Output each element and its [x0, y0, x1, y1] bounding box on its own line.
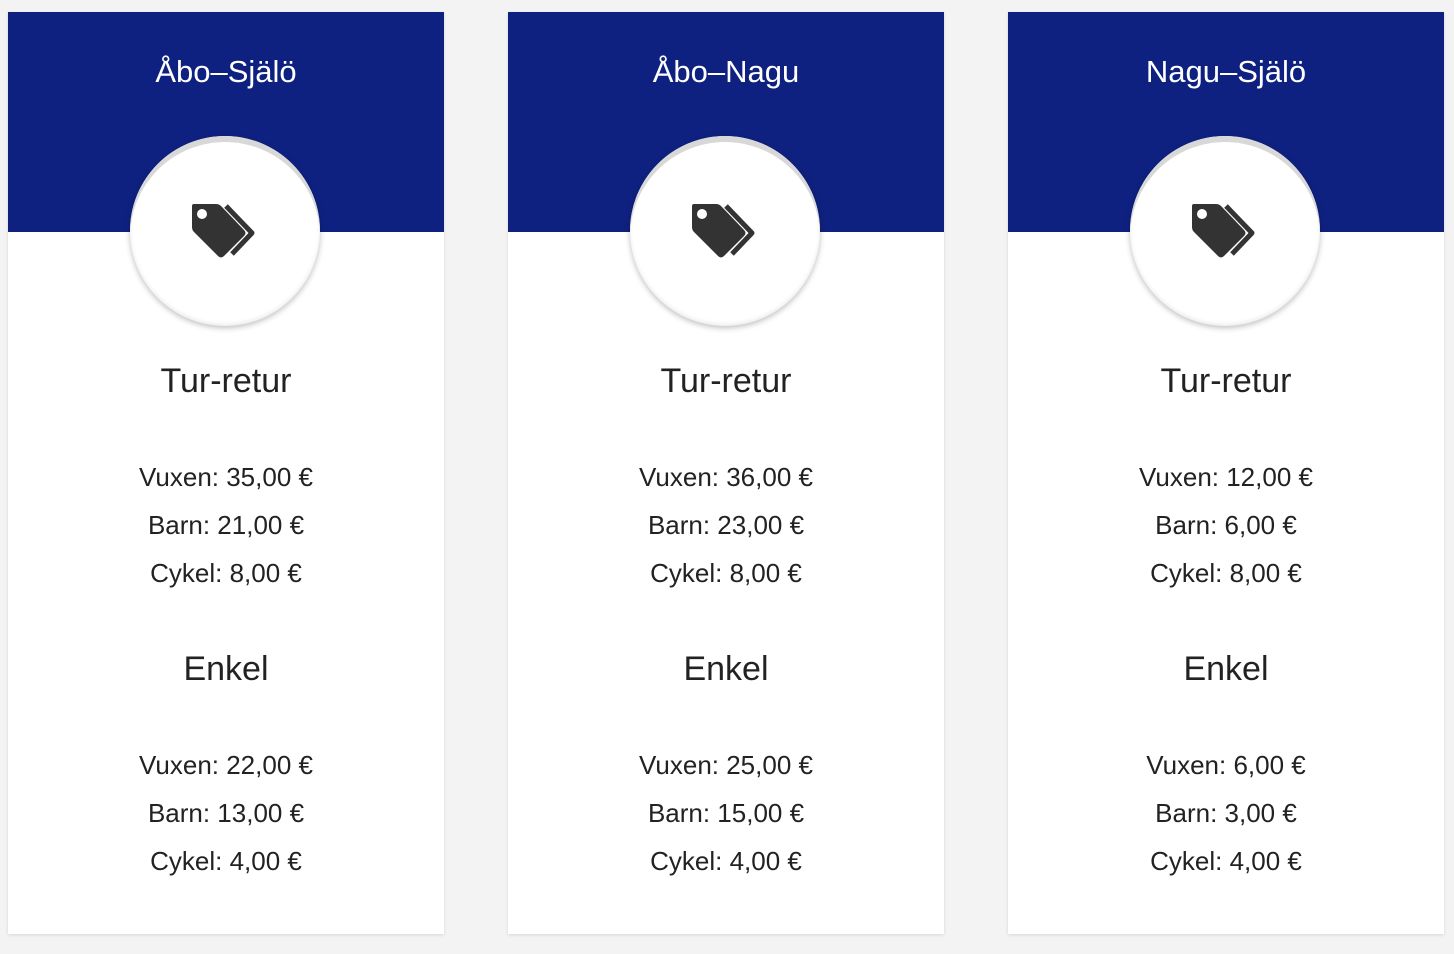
- single-adult-price: Vuxen: 22,00 €: [139, 750, 313, 780]
- price-card: Nagu–Själö Tur-retur Vuxen: 12,00 € Barn…: [1008, 12, 1444, 934]
- single-child-price: Barn: 3,00 €: [1155, 798, 1297, 828]
- tags-icon: [192, 204, 255, 258]
- single-title: Enkel: [1183, 650, 1269, 688]
- price-cards: Åbo–Själö Tur-retur Vuxen: 35,00 € Barn:…: [8, 12, 1444, 934]
- single-bike-price: Cykel: 4,00 €: [1150, 846, 1302, 876]
- roundtrip-bike-price: Cykel: 8,00 €: [1150, 558, 1302, 588]
- tags-icon: [692, 204, 755, 258]
- single-child-price: Barn: 15,00 €: [647, 798, 805, 828]
- roundtrip-adult-price: Vuxen: 12,00 €: [1139, 462, 1313, 492]
- roundtrip-title: Tur-retur: [1160, 362, 1292, 400]
- single-bike-price: Cykel: 4,00 €: [650, 846, 802, 876]
- single-adult-price: Vuxen: 6,00 €: [1146, 750, 1306, 780]
- roundtrip-title: Tur-retur: [660, 362, 792, 400]
- icon-circle: [130, 136, 320, 326]
- tags-icon: [1192, 204, 1255, 258]
- route-title: Nagu–Själö: [1145, 54, 1307, 89]
- single-child-price: Barn: 13,00 €: [147, 798, 305, 828]
- route-title: Åbo–Själö: [155, 54, 297, 89]
- roundtrip-adult-price: Vuxen: 36,00 €: [639, 462, 813, 492]
- roundtrip-bike-price: Cykel: 8,00 €: [150, 558, 302, 588]
- icon-circle: [1130, 136, 1320, 326]
- price-card: Åbo–Själö Tur-retur Vuxen: 35,00 € Barn:…: [8, 12, 444, 934]
- single-bike-price: Cykel: 4,00 €: [150, 846, 302, 876]
- roundtrip-title: Tur-retur: [160, 362, 292, 400]
- roundtrip-child-price: Barn: 6,00 €: [1155, 510, 1297, 540]
- roundtrip-adult-price: Vuxen: 35,00 €: [139, 462, 313, 492]
- icon-circle: [630, 136, 820, 326]
- roundtrip-bike-price: Cykel: 8,00 €: [650, 558, 802, 588]
- price-card: Åbo–Nagu Tur-retur Vuxen: 36,00 € Barn: …: [508, 12, 944, 934]
- route-title: Åbo–Nagu: [652, 54, 800, 89]
- roundtrip-child-price: Barn: 21,00 €: [147, 510, 305, 540]
- single-adult-price: Vuxen: 25,00 €: [639, 750, 813, 780]
- roundtrip-child-price: Barn: 23,00 €: [647, 510, 805, 540]
- single-title: Enkel: [683, 650, 769, 688]
- single-title: Enkel: [183, 650, 269, 688]
